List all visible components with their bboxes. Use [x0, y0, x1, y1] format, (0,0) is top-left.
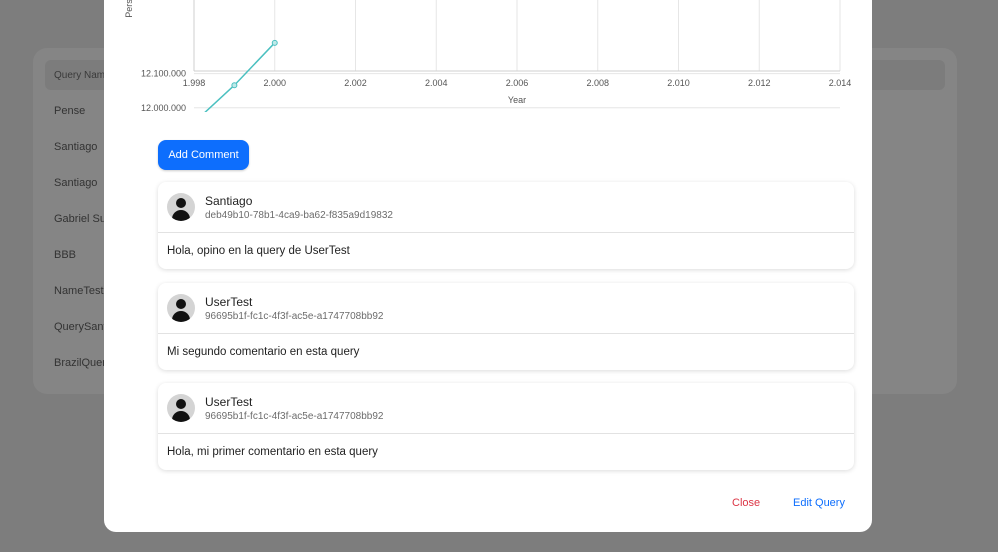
- x-tick-label: 2.006: [506, 78, 529, 88]
- user-avatar-icon: [167, 294, 195, 322]
- comment-header: UserTest 96695b1f-fc1c-4f3f-ac5e-a174770…: [158, 283, 854, 334]
- x-axis-title: Year: [508, 95, 526, 105]
- x-tick-label: 2.014: [829, 78, 852, 88]
- y-tick-label: 12.100.000: [141, 69, 186, 79]
- comment-author-id: deb49b10-78b1-4ca9-ba62-f835a9d19832: [205, 210, 393, 221]
- data-point: [271, 39, 278, 46]
- comment-card: Santiago deb49b10-78b1-4ca9-ba62-f835a9d…: [158, 182, 854, 269]
- close-button[interactable]: Close: [732, 497, 760, 509]
- comment-author: UserTest: [205, 295, 253, 309]
- x-tick-label: 2.002: [344, 78, 367, 88]
- y-axis-title: Perso: [124, 0, 134, 18]
- comment-header: Santiago deb49b10-78b1-4ca9-ba62-f835a9d…: [158, 182, 854, 233]
- x-tick-label: 1.998: [183, 78, 206, 88]
- comment-card: UserTest 96695b1f-fc1c-4f3f-ac5e-a174770…: [158, 383, 854, 470]
- comment-text: Hola, opino en la query de UserTest: [167, 245, 350, 257]
- add-comment-button[interactable]: Add Comment: [158, 140, 249, 170]
- x-tick-label: 2.010: [667, 78, 690, 88]
- edit-query-button[interactable]: Edit Query: [793, 497, 845, 509]
- x-tick-label: 2.012: [748, 78, 771, 88]
- x-tick-label: 2.008: [586, 78, 609, 88]
- population-chart: 1.998 2.000 2.002 2.004 2.006 2.008 2.010 2.012…: [104, 0, 872, 112]
- y-tick-label: 12.000.000: [141, 103, 186, 112]
- user-avatar-icon: [167, 193, 195, 221]
- comment-header: UserTest 96695b1f-fc1c-4f3f-ac5e-a174770…: [158, 383, 854, 434]
- x-tick-label: 2.004: [425, 78, 448, 88]
- query-modal: 1.998 2.000 2.002 2.004 2.006 2.008 2.010 2.012…: [104, 0, 872, 532]
- comment-author: Santiago: [205, 194, 253, 208]
- comment-author: UserTest: [205, 395, 253, 409]
- comment-card: UserTest 96695b1f-fc1c-4f3f-ac5e-a174770…: [158, 283, 854, 370]
- background-column-header: Query Name: [54, 70, 111, 81]
- user-avatar-icon: [167, 394, 195, 422]
- comment-text: Hola, mi primer comentario en esta query: [167, 446, 378, 458]
- data-point: [231, 82, 238, 89]
- comment-author-id: 96695b1f-fc1c-4f3f-ac5e-a1747708bb92: [205, 411, 384, 422]
- chart-svg: 1.998 2.000 2.002 2.004 2.006 2.008 2.010 2.012…: [124, 0, 852, 112]
- comment-text: Mi segundo comentario en esta query: [167, 346, 360, 358]
- x-tick-label: 2.000: [263, 78, 286, 88]
- comment-author-id: 96695b1f-fc1c-4f3f-ac5e-a1747708bb92: [205, 311, 384, 322]
